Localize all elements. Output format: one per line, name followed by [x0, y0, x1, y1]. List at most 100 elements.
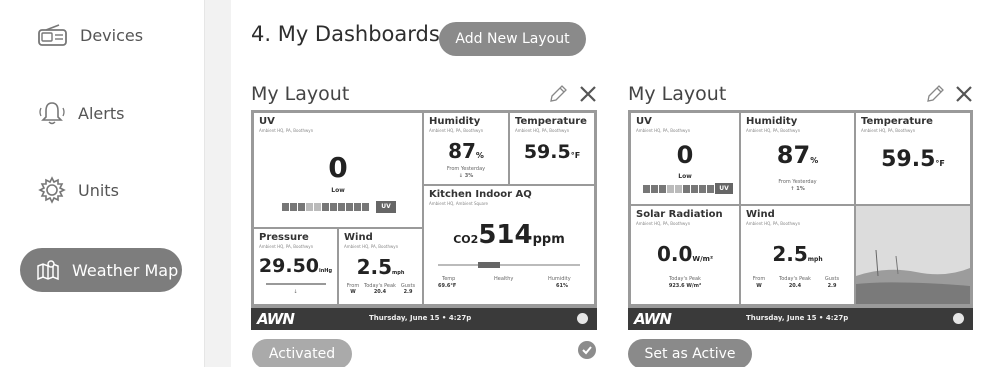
footer-date: Thursday, June 15 • 4:27p: [746, 314, 849, 322]
humidity-tile: Humidity Ambient HQ, PA, Boothwyn 87% Fr…: [424, 113, 508, 184]
wind-from-value: W: [756, 283, 762, 289]
pencil-icon[interactable]: [925, 84, 945, 108]
aq-humidity-label: Humidity: [548, 276, 571, 282]
arrow-icon: [953, 313, 964, 324]
sidebar: Devices Alerts Units Weather Map: [0, 0, 205, 367]
tile-title: Temperature: [515, 116, 587, 127]
tile-subtitle: Ambient HQ, PA, Boothwyn: [746, 128, 801, 133]
tile-title: Solar Radiation: [636, 209, 723, 220]
close-icon[interactable]: [578, 84, 598, 108]
aq-temp-value: 69.6°F: [438, 283, 457, 289]
uv-value: 0: [328, 151, 348, 184]
humidity-change: ↓ 3%: [458, 173, 474, 179]
layout-preview[interactable]: UV Ambient HQ, PA, Boothwyn 0 Low UV Hum…: [251, 110, 597, 330]
humidity-note: From Yesterday: [446, 166, 486, 172]
tile-title: UV: [259, 116, 275, 127]
aq-humidity-value: 61%: [556, 283, 568, 289]
sidebar-item-alerts[interactable]: Alerts: [38, 100, 124, 126]
aq-scale: [438, 262, 580, 268]
wind-gusts-value: 2.9: [827, 283, 837, 289]
uv-scale: [643, 185, 714, 193]
sidebar-item-weather-map[interactable]: Weather Map: [20, 248, 182, 292]
solar-peak-label: Today's Peak: [669, 276, 701, 282]
wind-from-label: From: [752, 276, 766, 282]
solar-peak-value: 923.6 W/m²: [668, 283, 702, 289]
sidebar-item-label: Alerts: [78, 103, 125, 123]
wind-from-value: W: [350, 289, 356, 295]
page-title: 4. My Dashboards: [251, 22, 440, 46]
humidity-tile: Humidity Ambient HQ, PA, Boothwyn 87% Fr…: [741, 113, 854, 204]
tile-subtitle: Ambient HQ, PA, Boothwyn: [746, 221, 801, 226]
humidity-note: From Yesterday: [778, 179, 817, 185]
uv-badge: UV: [376, 201, 396, 213]
temperature-value: 59.5°F: [881, 147, 945, 172]
uv-level: Low: [331, 187, 345, 194]
tile-subtitle: Ambient HQ, PA, Boothwyn: [636, 221, 691, 226]
preview-footer: AWN Thursday, June 15 • 4:27p: [251, 308, 597, 330]
tile-title: Kitchen Indoor AQ: [429, 189, 532, 200]
tile-title: Humidity: [429, 116, 481, 127]
humidity-change: ↑ 1%: [790, 186, 805, 192]
tile-title: UV: [636, 116, 652, 127]
co2-value: CO2514ppm: [453, 220, 565, 250]
set-as-active-button[interactable]: Set as Active: [628, 339, 752, 367]
uv-tile: UV Ambient HQ, PA, Boothwyn 0 Low UV: [254, 113, 422, 227]
solar-value: 0.0W/m²: [656, 242, 714, 266]
arrow-icon: [577, 313, 588, 324]
uv-badge: UV: [715, 183, 733, 194]
pencil-icon[interactable]: [548, 84, 568, 108]
wind-tile: Wind Ambient HQ, PA, Boothwyn 2.5mph Fro…: [741, 206, 854, 304]
air-quality-tile: Kitchen Indoor AQ Ambient HQ, Ambient Sq…: [424, 186, 594, 304]
activated-button[interactable]: Activated: [252, 339, 352, 367]
pressure-tile: Pressure Ambient HQ, PA, Boothwyn 29.50i…: [254, 229, 337, 304]
sidebar-item-label: Units: [78, 180, 119, 200]
uv-scale: [282, 203, 369, 211]
awn-logo: AWN: [634, 310, 672, 328]
humidity-value: 87%: [776, 141, 819, 169]
sidebar-item-label: Weather Map: [72, 260, 179, 280]
tile-title: Humidity: [746, 116, 798, 127]
pressure-scale: [266, 283, 326, 285]
tile-title: Temperature: [861, 116, 933, 127]
aq-temp-label: Temp: [442, 276, 456, 282]
radio-icon: [38, 24, 68, 46]
awn-logo: AWN: [257, 310, 295, 328]
tile-subtitle: Ambient HQ, Ambient Square: [429, 201, 489, 206]
tile-title: Wind: [746, 209, 775, 220]
humidity-value: 87%: [448, 139, 484, 163]
sidebar-item-devices[interactable]: Devices: [38, 24, 143, 46]
wind-tile: Wind Ambient HQ, PA, Boothwyn 2.5mph Fro…: [339, 229, 422, 304]
add-new-layout-button[interactable]: Add New Layout: [439, 22, 586, 56]
gear-icon: [38, 176, 66, 204]
sidebar-item-units[interactable]: Units: [38, 176, 119, 204]
gutter: [205, 0, 231, 367]
wind-peak-value: 20.4: [373, 289, 387, 295]
solar-radiation-tile: Solar Radiation Ambient HQ, PA, Boothwyn…: [631, 206, 739, 304]
pressure-value: 29.50inHg: [258, 255, 333, 277]
tile-subtitle: Ambient HQ, PA, Boothwyn: [861, 128, 916, 133]
close-icon[interactable]: [954, 84, 974, 108]
tile-subtitle: Ambient HQ, PA, Boothwyn: [344, 244, 399, 249]
uv-level: Low: [678, 173, 692, 180]
tile-title: Wind: [344, 232, 373, 243]
uv-value: 0: [676, 141, 694, 169]
layout-preview[interactable]: UV Ambient HQ, PA, Boothwyn 0 Low UV Hum…: [628, 110, 973, 330]
temperature-tile: Temperature Ambient HQ, PA, Boothwyn 59.…: [510, 113, 594, 184]
wind-peak-value: 20.4: [788, 283, 802, 289]
uv-tile: UV Ambient HQ, PA, Boothwyn 0 Low UV: [631, 113, 739, 204]
temperature-value: 59.5°F: [523, 141, 581, 163]
aq-status: Healthy: [494, 276, 514, 282]
webcam-image: [856, 206, 970, 304]
checkmark-icon: [578, 341, 596, 359]
wind-value: 2.5mph: [356, 255, 405, 279]
layout-title: My Layout: [251, 83, 350, 105]
wind-peak-label: Today's Peak: [779, 276, 811, 282]
preview-footer: AWN Thursday, June 15 • 4:27p: [628, 308, 973, 330]
pressure-trend: ↓: [293, 289, 298, 295]
layout-title: My Layout: [628, 83, 727, 105]
temperature-tile: Temperature Ambient HQ, PA, Boothwyn 59.…: [856, 113, 970, 204]
wind-gusts-label: Gusts: [824, 276, 840, 282]
tile-subtitle: Ambient HQ, PA, Boothwyn: [259, 128, 314, 133]
wind-value: 2.5mph: [772, 242, 823, 266]
map-icon: [36, 259, 60, 281]
